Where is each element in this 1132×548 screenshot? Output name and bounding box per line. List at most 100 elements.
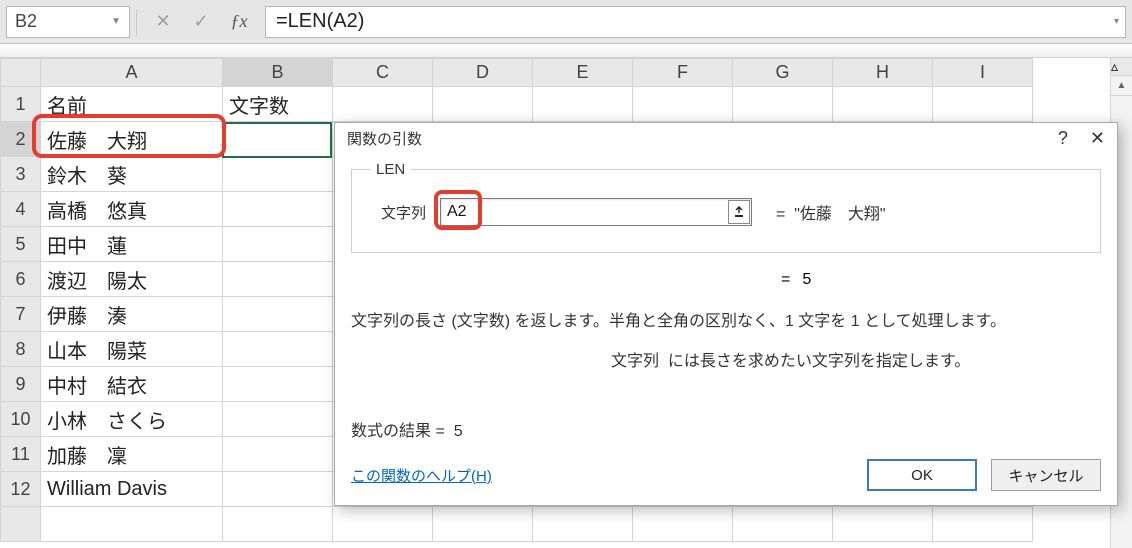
cell[interactable] [333, 507, 433, 542]
col-header-D[interactable]: D [433, 59, 533, 87]
cell[interactable] [223, 332, 333, 367]
select-all-corner[interactable] [1, 59, 41, 87]
cell[interactable] [223, 507, 333, 542]
ribbon-strip [0, 44, 1132, 58]
col-header-G[interactable]: G [733, 59, 833, 87]
row-header[interactable]: 10 [1, 402, 41, 437]
ribbon-collapse-icon[interactable]: ▵ [1111, 58, 1132, 76]
formula-input[interactable]: =LEN(A2) ▾ [265, 6, 1126, 38]
cell[interactable] [41, 507, 223, 542]
function-arguments-dialog: 関数の引数 ? ✕ LEN 文字列 = "佐藤 大翔" [334, 122, 1118, 506]
dialog-titlebar[interactable]: 関数の引数 ? ✕ [335, 123, 1117, 153]
cancel-button[interactable]: キャンセル [991, 459, 1101, 491]
cell-B2[interactable] [223, 122, 333, 157]
cell[interactable] [833, 507, 933, 542]
cancel-icon[interactable]: ✕ [149, 8, 177, 36]
row-header[interactable]: 6 [1, 262, 41, 297]
close-icon[interactable]: ✕ [1090, 128, 1105, 149]
cell[interactable] [223, 157, 333, 192]
col-header-F[interactable]: F [633, 59, 733, 87]
function-name: LEN [370, 161, 411, 178]
cell[interactable]: 山本 陽菜 [41, 332, 223, 367]
cell[interactable] [633, 507, 733, 542]
cell-A1[interactable]: 名前 [41, 87, 223, 122]
cell[interactable] [223, 402, 333, 437]
dialog-body: LEN 文字列 = "佐藤 大翔" = 5 文字列の長さ (文字数) を返します… [335, 153, 1117, 451]
fx-icon[interactable]: ƒx [225, 8, 253, 36]
row-header[interactable]: 11 [1, 437, 41, 472]
cell[interactable]: 加藤 凜 [41, 437, 223, 472]
row-header[interactable]: 12 [1, 472, 41, 507]
argument-input-wrap [440, 198, 752, 226]
row-header[interactable]: 2 [1, 122, 41, 157]
cell[interactable] [223, 227, 333, 262]
name-box[interactable]: B2 ▼ [6, 6, 130, 38]
formula-result-row: 数式の結果 = 5 [351, 417, 1101, 441]
row-header[interactable]: 9 [1, 367, 41, 402]
argument-input[interactable] [440, 198, 752, 226]
cell[interactable]: 田中 蓮 [41, 227, 223, 262]
cell[interactable]: 小林 さくら [41, 402, 223, 437]
cell[interactable]: 鈴木 葵 [41, 157, 223, 192]
separator [136, 9, 137, 35]
cell[interactable] [533, 507, 633, 542]
formula-text: =LEN(A2) [276, 10, 364, 33]
cell[interactable] [633, 87, 733, 122]
help-icon[interactable]: ? [1058, 128, 1068, 149]
cell-A2[interactable]: 佐藤 大翔 [41, 122, 223, 157]
row-header[interactable]: 5 [1, 227, 41, 262]
function-result-row: = 5 [351, 271, 1101, 289]
name-box-value: B2 [15, 11, 37, 32]
col-header-E[interactable]: E [533, 59, 633, 87]
cell[interactable]: 渡辺 陽太 [41, 262, 223, 297]
cell-B1[interactable]: 文字数 [223, 87, 333, 122]
cell[interactable] [933, 507, 1033, 542]
cell[interactable] [933, 87, 1033, 122]
argument-label: 文字列 [370, 202, 426, 223]
cell[interactable] [223, 437, 333, 472]
cell[interactable] [433, 507, 533, 542]
formula-bar-icons: ✕ ✓ ƒx [143, 8, 259, 36]
formula-bar: B2 ▼ ✕ ✓ ƒx =LEN(A2) ▾ [0, 0, 1132, 44]
row-header[interactable]: 7 [1, 297, 41, 332]
cell[interactable] [223, 367, 333, 402]
cell[interactable] [733, 507, 833, 542]
cell[interactable] [433, 87, 533, 122]
cell[interactable]: 伊藤 湊 [41, 297, 223, 332]
cell[interactable] [223, 262, 333, 297]
cell[interactable]: 高橋 悠真 [41, 192, 223, 227]
cell[interactable] [223, 192, 333, 227]
row-header[interactable]: 3 [1, 157, 41, 192]
chevron-down-icon[interactable]: ▼ [111, 16, 121, 27]
cell[interactable]: 中村 結衣 [41, 367, 223, 402]
argument-description: 文字列 には長さを求めたい文字列を指定します。 [351, 347, 1101, 371]
cell[interactable] [223, 472, 333, 507]
col-header-B[interactable]: B [223, 59, 333, 87]
argument-eval: = "佐藤 大翔" [776, 200, 886, 224]
row-header[interactable]: 8 [1, 332, 41, 367]
cell[interactable] [333, 87, 433, 122]
col-header-A[interactable]: A [41, 59, 223, 87]
dialog-title: 関数の引数 [347, 128, 422, 149]
col-header-I[interactable]: I [933, 59, 1033, 87]
enter-icon[interactable]: ✓ [187, 8, 215, 36]
row-header[interactable] [1, 507, 41, 542]
ok-button[interactable]: OK [867, 459, 977, 491]
col-header-H[interactable]: H [833, 59, 933, 87]
row-header[interactable]: 1 [1, 87, 41, 122]
cell[interactable]: William Davis [41, 472, 223, 507]
range-select-icon[interactable] [728, 200, 750, 224]
cell[interactable] [223, 297, 333, 332]
scroll-up-icon[interactable]: ▲ [1111, 76, 1132, 96]
function-result: 5 [802, 271, 811, 289]
col-header-C[interactable]: C [333, 59, 433, 87]
cell[interactable] [533, 87, 633, 122]
cell[interactable] [733, 87, 833, 122]
cell[interactable] [833, 87, 933, 122]
dialog-footer: この関数のヘルプ(H) OK キャンセル [335, 451, 1117, 505]
argument-row: 文字列 = "佐藤 大翔" [370, 198, 1082, 226]
function-help-link[interactable]: この関数のヘルプ(H) [351, 465, 492, 486]
formula-expand-icon[interactable]: ▾ [1114, 16, 1119, 27]
row-header[interactable]: 4 [1, 192, 41, 227]
function-fieldset: LEN 文字列 = "佐藤 大翔" [351, 161, 1101, 253]
